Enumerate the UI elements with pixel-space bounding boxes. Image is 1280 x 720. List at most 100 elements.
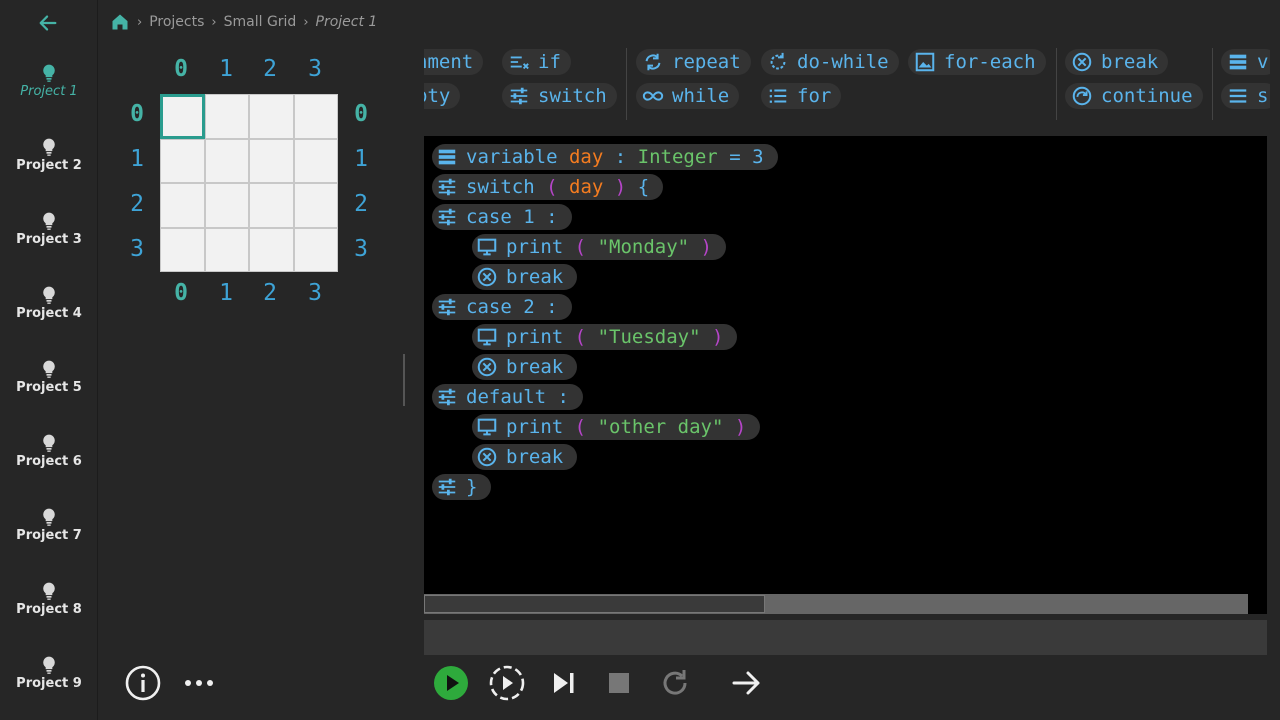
sidebar-item-project[interactable]: Project 1: [0, 62, 98, 124]
code-line-print[interactable]: print ( "Monday" ): [472, 234, 726, 260]
grid-cell[interactable]: [293, 183, 338, 228]
stop-button[interactable]: [600, 664, 638, 702]
paren-open: (: [574, 236, 587, 258]
palette-label: pty: [424, 85, 451, 107]
palette-continue[interactable]: continue: [1065, 83, 1203, 109]
paren-open: (: [574, 326, 587, 348]
code-editor[interactable]: variable day : Integer = 3 switch ( day …: [424, 136, 1267, 614]
code-line-case[interactable]: case 2 :: [432, 294, 572, 320]
keyword: print: [506, 236, 564, 258]
lightbulb-icon: [43, 212, 55, 230]
paren-close: ): [711, 326, 724, 348]
scrollbar-thumb[interactable]: [424, 595, 765, 613]
list-icon: [769, 89, 787, 103]
palette-do-while[interactable]: do-while: [761, 49, 899, 75]
code-line-case[interactable]: case 1 :: [432, 204, 572, 230]
grid-cell-selected[interactable]: [160, 94, 205, 139]
sidebar-item-project[interactable]: Project 8: [0, 580, 98, 642]
sidebar-item-label: Project 8: [16, 602, 82, 617]
horizontal-scrollbar[interactable]: [424, 594, 1248, 614]
breadcrumb: › Projects › Small Grid › Project 1: [110, 10, 377, 34]
sidebar-item-project[interactable]: Project 3: [0, 210, 98, 272]
number-literal: 3: [752, 146, 764, 168]
step-next-button[interactable]: [544, 664, 582, 702]
code-line-variable[interactable]: variable day : Integer = 3: [432, 144, 778, 170]
palette-switch[interactable]: switch: [502, 83, 617, 109]
grid-cell[interactable]: [204, 183, 249, 228]
palette-for[interactable]: for: [761, 83, 842, 109]
palette-divider: [626, 48, 627, 120]
info-button[interactable]: [124, 664, 162, 702]
colon: :: [546, 296, 558, 318]
palette-label: do-while: [797, 51, 889, 73]
lightbulb-icon: [43, 138, 55, 156]
reset-button[interactable]: [656, 664, 694, 702]
step-over-button[interactable]: [488, 664, 526, 702]
tune-icon: [438, 178, 456, 196]
palette-label: continue: [1101, 85, 1193, 107]
more-button[interactable]: [182, 668, 216, 698]
breadcrumb-projects[interactable]: Projects: [149, 14, 204, 30]
code-line-print[interactable]: print ( "Tuesday" ): [472, 324, 738, 350]
sidebar-item-project[interactable]: Project 6: [0, 432, 98, 494]
code-line-break[interactable]: break: [472, 444, 578, 470]
code-line-switch[interactable]: switch ( day ) {: [432, 174, 664, 200]
palette-if[interactable]: if: [502, 49, 571, 75]
row-label-left: 0: [130, 101, 144, 127]
grid-cell[interactable]: [204, 138, 249, 183]
grid-cell[interactable]: [249, 94, 294, 139]
grid-cell[interactable]: [249, 227, 294, 272]
sidebar-item-project[interactable]: Project 2: [0, 136, 98, 198]
palette-label: break: [1101, 51, 1159, 73]
grid-cell[interactable]: [204, 94, 249, 139]
paren-open: (: [574, 416, 587, 438]
palette-assignment[interactable]: nment: [424, 49, 484, 75]
palette-label: v: [1257, 51, 1269, 73]
grid-cell[interactable]: [293, 138, 338, 183]
grid-cell[interactable]: [293, 227, 338, 272]
run-button[interactable]: [432, 664, 470, 702]
palette-set[interactable]: s: [1221, 83, 1270, 109]
colon: :: [546, 206, 558, 228]
string-literal: "Monday": [597, 236, 690, 258]
sidebar-item-project[interactable]: Project 7: [0, 506, 98, 568]
code-line-break[interactable]: break: [472, 264, 578, 290]
palette-break[interactable]: break: [1065, 49, 1169, 75]
col-label-bottom: 3: [308, 280, 322, 306]
keyword: case: [466, 296, 512, 318]
paren-open: (: [546, 176, 558, 198]
code-line-default[interactable]: default :: [432, 384, 583, 410]
code-line-break[interactable]: break: [472, 354, 578, 380]
grid-cell[interactable]: [160, 227, 205, 272]
row-label-left: 3: [130, 236, 144, 262]
home-icon[interactable]: [110, 12, 130, 32]
grid-cell[interactable]: [249, 183, 294, 228]
sidebar-item-project[interactable]: Project 9: [0, 654, 98, 716]
sidebar-item-label: Project 7: [16, 528, 82, 543]
brace-open: {: [637, 176, 650, 198]
sidebar-item-project[interactable]: Project 4: [0, 284, 98, 346]
grid-cell[interactable]: [249, 138, 294, 183]
palette-variable[interactable]: v: [1221, 49, 1270, 75]
next-button[interactable]: [728, 664, 766, 702]
palette-repeat[interactable]: repeat: [636, 49, 751, 75]
grid-cell[interactable]: [204, 227, 249, 272]
code-line-close-brace[interactable]: }: [432, 474, 492, 500]
palette-empty[interactable]: pty: [424, 83, 461, 109]
back-button[interactable]: [34, 12, 62, 38]
palette-for-each[interactable]: for-each: [908, 49, 1046, 75]
breadcrumb-current: Project 1: [315, 14, 378, 30]
sidebar-item-project[interactable]: Project 5: [0, 358, 98, 420]
chevron-right-icon: ›: [211, 14, 217, 30]
palette-label: repeat: [672, 51, 741, 73]
palette-while[interactable]: while: [636, 83, 740, 109]
grid-cell[interactable]: [160, 138, 205, 183]
grid-cell[interactable]: [160, 183, 205, 228]
grid-cell[interactable]: [293, 94, 338, 139]
code-line-print[interactable]: print ( "other day" ): [472, 414, 761, 440]
monitor-icon: [477, 238, 497, 256]
monitor-icon: [477, 328, 497, 346]
palette-label: while: [672, 85, 730, 107]
panel-resize-handle[interactable]: [403, 354, 405, 406]
breadcrumb-small-grid[interactable]: Small Grid: [224, 14, 297, 30]
